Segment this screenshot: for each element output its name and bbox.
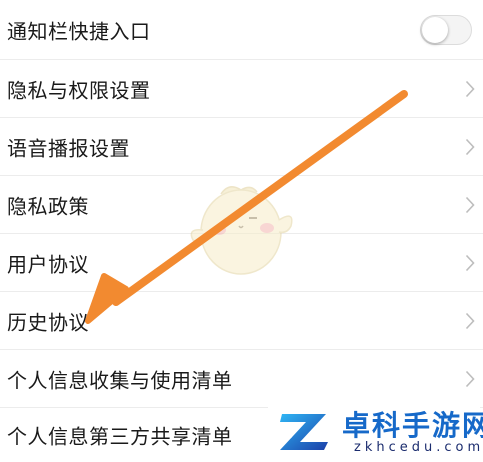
- settings-row-label: 语音播报设置: [7, 136, 130, 160]
- chevron-right-icon: [465, 254, 475, 271]
- watermark-title: 卓科手游网: [342, 409, 483, 442]
- settings-row-label: 个人信息第三方共享清单: [7, 424, 233, 449]
- watermark-logo-icon: [278, 414, 328, 450]
- settings-row-notification-shortcut[interactable]: 通知栏快捷入口: [0, 0, 483, 60]
- settings-row-privacy-permissions[interactable]: 隐私与权限设置: [0, 60, 483, 118]
- notification-shortcut-toggle[interactable]: [420, 14, 472, 45]
- chevron-right-icon: [465, 80, 475, 97]
- settings-row-label: 个人信息收集与使用清单: [7, 368, 233, 392]
- settings-row-label: 历史协议: [7, 310, 89, 334]
- settings-row-personal-info-collection[interactable]: 个人信息收集与使用清单: [0, 350, 483, 408]
- settings-row-label: 隐私政策: [7, 194, 89, 218]
- watermark-url: zkhcedu.com: [354, 440, 483, 455]
- settings-row-label: 用户协议: [7, 252, 89, 276]
- chevron-right-icon: [465, 138, 475, 155]
- settings-row-label: 通知栏快捷入口: [7, 19, 151, 43]
- chevron-right-icon: [465, 196, 475, 213]
- settings-row-voice-broadcast[interactable]: 语音播报设置: [0, 118, 483, 176]
- site-watermark: 卓科手游网 zkhcedu.com: [268, 402, 483, 460]
- chevron-right-icon: [465, 370, 475, 387]
- settings-row-label: 隐私与权限设置: [7, 78, 151, 102]
- settings-row-history-agreement[interactable]: 历史协议: [0, 292, 483, 350]
- chevron-right-icon: [465, 312, 475, 329]
- mascot-icon: [190, 186, 293, 275]
- toggle-knob: [422, 16, 448, 43]
